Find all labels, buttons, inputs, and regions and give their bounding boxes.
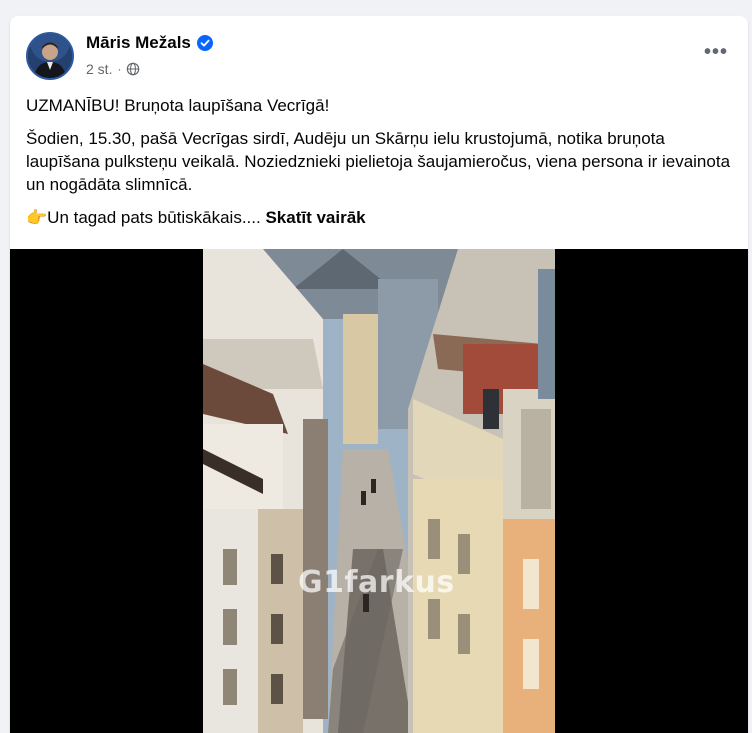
video-player[interactable]: G1farkus (10, 249, 748, 733)
post-meta: 2 st. · (86, 61, 140, 77)
post-card: Māris Mežals 2 st. · ••• UZMANĪBU! Bruņo… (10, 16, 748, 733)
author-avatar[interactable] (26, 32, 74, 80)
meta-separator: · (117, 62, 122, 76)
more-options-icon: ••• (703, 40, 728, 63)
more-options-button[interactable]: ••• (698, 38, 734, 66)
street-scene-image (203, 249, 555, 733)
post-header: Māris Mežals 2 st. · ••• (10, 16, 748, 88)
see-more-link[interactable]: Skatīt vairāk (265, 208, 365, 227)
post-timestamp[interactable]: 2 st. (86, 61, 112, 77)
author-name[interactable]: Māris Mežals (86, 33, 191, 53)
post-teaser: 👉Un tagad pats būtiskākais.... (26, 208, 266, 227)
post-headline: UZMANĪBU! Bruņota laupīšana Vecrīgā! (26, 96, 330, 115)
post-teaser-line: 👉Un tagad pats būtiskākais.... Skatīt va… (26, 206, 738, 229)
globe-icon[interactable] (126, 62, 140, 76)
video-watermark: G1farkus (298, 565, 455, 600)
post-body: UZMANĪBU! Bruņota laupīšana Vecrīgā! Šod… (26, 94, 738, 239)
video-frame[interactable]: G1farkus (203, 249, 555, 733)
post-paragraph: Šodien, 15.30, pašā Vecrīgas sirdī, Audē… (26, 129, 731, 194)
author-row: Māris Mežals (86, 32, 213, 54)
verified-badge-icon (196, 35, 213, 51)
